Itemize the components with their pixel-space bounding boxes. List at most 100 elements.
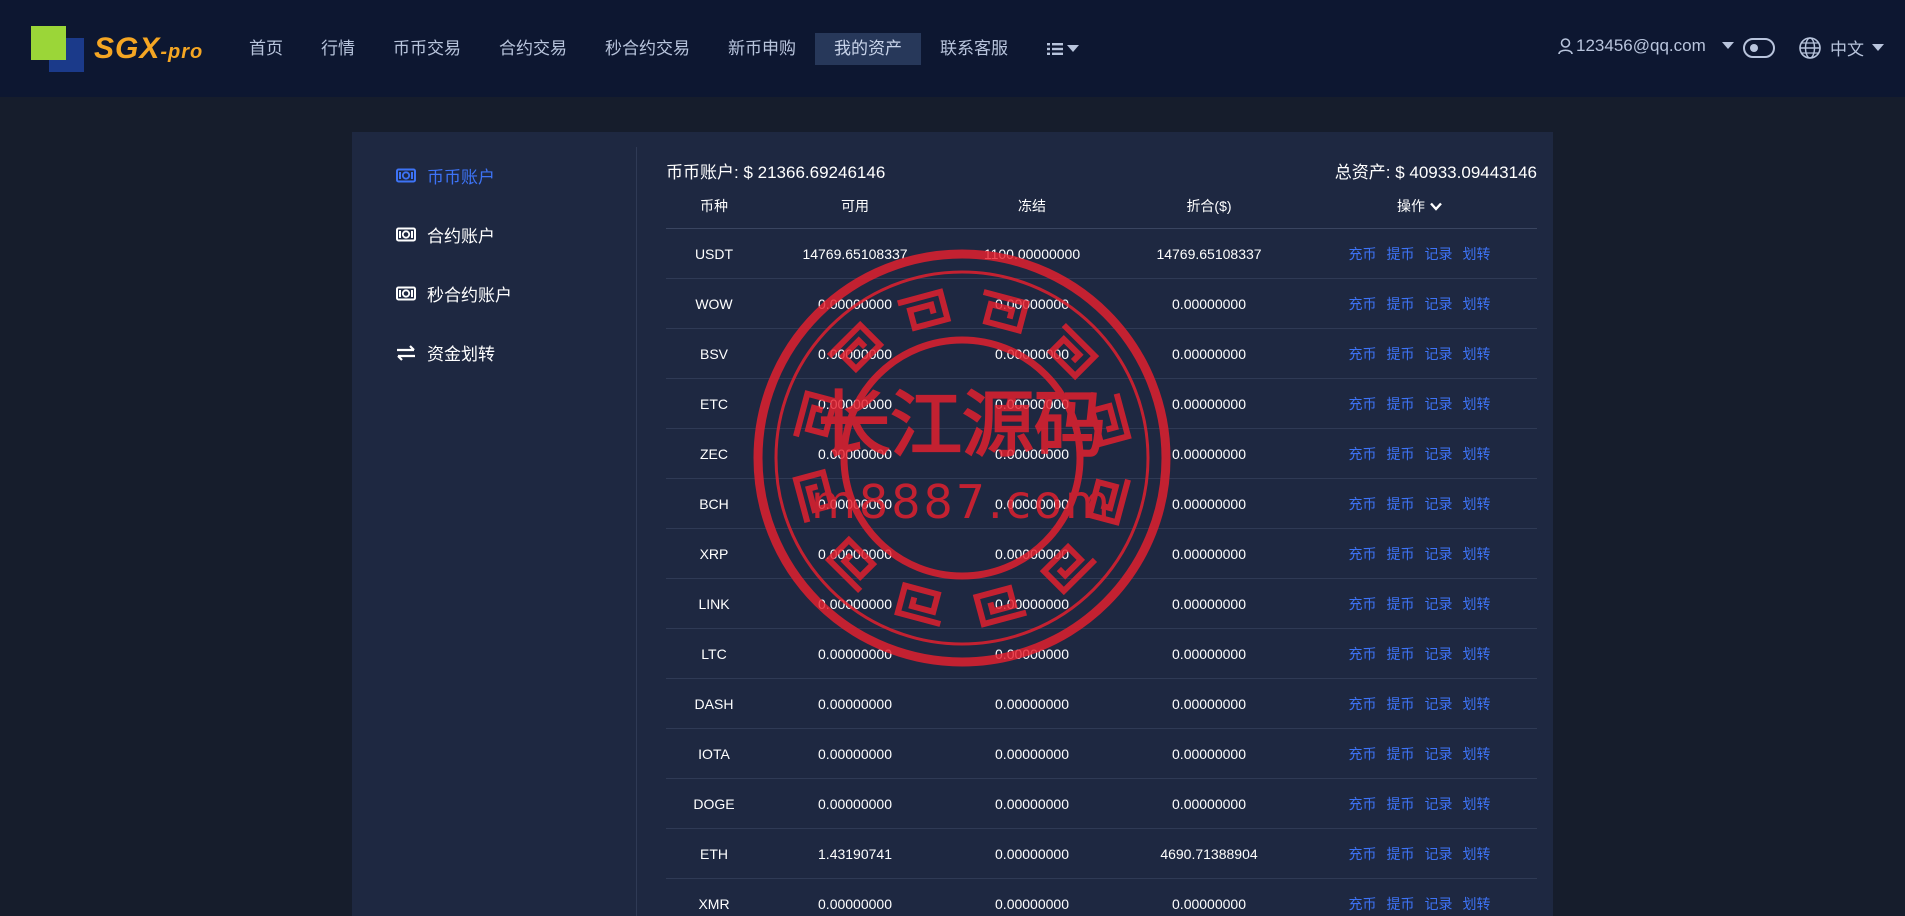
deposit-link[interactable]: 充币 <box>1349 544 1377 564</box>
withdraw-link[interactable]: 提币 <box>1387 344 1415 364</box>
transfer-link[interactable]: 划转 <box>1463 244 1491 264</box>
deposit-link[interactable]: 充币 <box>1349 894 1377 914</box>
records-link[interactable]: 记录 <box>1425 794 1453 814</box>
transfer-icon <box>396 344 416 361</box>
table-row: ETH 1.43190741 0.00000000 4690.71388904 充币 提币… <box>666 829 1537 879</box>
withdraw-link[interactable]: 提币 <box>1387 894 1415 914</box>
records-link[interactable]: 记录 <box>1425 394 1453 414</box>
records-link[interactable]: 记录 <box>1425 244 1453 264</box>
withdraw-link[interactable]: 提币 <box>1387 244 1415 264</box>
sidebar-item-label: 币币账户 <box>427 168 495 187</box>
deposit-link[interactable]: 充币 <box>1349 344 1377 364</box>
frozen-cell: 0.00000000 <box>995 395 1069 412</box>
value-cell: 0.00000000 <box>1172 595 1246 612</box>
value-cell: 0.00000000 <box>1172 745 1246 762</box>
logo-square-green <box>31 26 66 60</box>
withdraw-link[interactable]: 提币 <box>1387 644 1415 664</box>
value-cell: 0.00000000 <box>1172 645 1246 662</box>
withdraw-link[interactable]: 提币 <box>1387 544 1415 564</box>
deposit-link[interactable]: 充币 <box>1349 444 1377 464</box>
sidebar-divider <box>636 147 637 916</box>
nav-item-3[interactable]: 合约交易 <box>480 33 586 65</box>
transfer-link[interactable]: 划转 <box>1463 594 1491 614</box>
table-body: USDT 14769.65108337 1100.00000000 14769.651… <box>666 229 1537 916</box>
deposit-link[interactable]: 充币 <box>1349 744 1377 764</box>
nav-item-1[interactable]: 行情 <box>302 33 374 65</box>
withdraw-link[interactable]: 提币 <box>1387 394 1415 414</box>
header-operations[interactable]: 操作 <box>1302 196 1537 216</box>
records-link[interactable]: 记录 <box>1425 444 1453 464</box>
sidebar-item-1[interactable]: 合约账户 <box>396 222 495 247</box>
deposit-link[interactable]: 充币 <box>1349 794 1377 814</box>
transfer-link[interactable]: 划转 <box>1463 444 1491 464</box>
records-link[interactable]: 记录 <box>1425 744 1453 764</box>
records-link[interactable]: 记录 <box>1425 844 1453 864</box>
withdraw-link[interactable]: 提币 <box>1387 794 1415 814</box>
nav-item-5[interactable]: 新币申购 <box>709 33 815 65</box>
nav-item-0[interactable]: 首页 <box>230 33 302 65</box>
sidebar-item-0[interactable]: 币币账户 <box>396 163 495 188</box>
records-link[interactable]: 记录 <box>1425 544 1453 564</box>
user-dropdown-caret-icon[interactable] <box>1722 42 1734 49</box>
nav-item-2[interactable]: 币币交易 <box>374 33 480 65</box>
sidebar-item-3[interactable]: 资金划转 <box>396 340 495 365</box>
transfer-link[interactable]: 划转 <box>1463 344 1491 364</box>
records-link[interactable]: 记录 <box>1425 644 1453 664</box>
records-link[interactable]: 记录 <box>1425 594 1453 614</box>
logo-name: SGX <box>94 32 161 65</box>
deposit-link[interactable]: 充币 <box>1349 844 1377 864</box>
transfer-link[interactable]: 划转 <box>1463 844 1491 864</box>
transfer-link[interactable]: 划转 <box>1463 494 1491 514</box>
deposit-link[interactable]: 充币 <box>1349 694 1377 714</box>
nav-item-4[interactable]: 秒合约交易 <box>586 33 709 65</box>
records-link[interactable]: 记录 <box>1425 294 1453 314</box>
withdraw-link[interactable]: 提币 <box>1387 494 1415 514</box>
withdraw-link[interactable]: 提币 <box>1387 694 1415 714</box>
frozen-cell: 0.00000000 <box>995 745 1069 762</box>
records-link[interactable]: 记录 <box>1425 694 1453 714</box>
records-link[interactable]: 记录 <box>1425 494 1453 514</box>
list-icon <box>1047 43 1063 55</box>
value-cell: 0.00000000 <box>1172 495 1246 512</box>
deposit-link[interactable]: 充币 <box>1349 594 1377 614</box>
available-cell: 0.00000000 <box>818 645 892 662</box>
withdraw-link[interactable]: 提币 <box>1387 444 1415 464</box>
deposit-link[interactable]: 充币 <box>1349 394 1377 414</box>
withdraw-link[interactable]: 提币 <box>1387 594 1415 614</box>
transfer-link[interactable]: 划转 <box>1463 894 1491 914</box>
user-account[interactable]: 123456@qq.com <box>1558 36 1706 56</box>
theme-toggle[interactable] <box>1743 38 1775 58</box>
actions-cell: 充币 提币 记录 划转 <box>1302 794 1537 814</box>
transfer-link[interactable]: 划转 <box>1463 394 1491 414</box>
nav-item-7[interactable]: 联系客服 <box>921 33 1027 65</box>
records-link[interactable]: 记录 <box>1425 344 1453 364</box>
table-row: IOTA 0.00000000 0.00000000 0.00000000 充币 提币 记录… <box>666 729 1537 779</box>
actions-cell: 充币 提币 记录 划转 <box>1302 444 1537 464</box>
withdraw-link[interactable]: 提币 <box>1387 844 1415 864</box>
logo[interactable]: SGX-pro <box>31 26 216 72</box>
transfer-link[interactable]: 划转 <box>1463 744 1491 764</box>
language-selector[interactable]: 中文 <box>1798 35 1884 60</box>
logo-suffix: -pro <box>160 41 204 63</box>
transfer-link[interactable]: 划转 <box>1463 544 1491 564</box>
withdraw-link[interactable]: 提币 <box>1387 744 1415 764</box>
deposit-link[interactable]: 充币 <box>1349 294 1377 314</box>
deposit-link[interactable]: 充币 <box>1349 244 1377 264</box>
nav-item-6[interactable]: 我的资产 <box>815 33 921 65</box>
records-link[interactable]: 记录 <box>1425 894 1453 914</box>
transfer-link[interactable]: 划转 <box>1463 794 1491 814</box>
sidebar-item-2[interactable]: 秒合约账户 <box>396 281 512 306</box>
coin-cell: WOW <box>695 295 733 312</box>
transfer-link[interactable]: 划转 <box>1463 694 1491 714</box>
table-row: BCH 0.00000000 0.00000000 0.00000000 充币 提币 记录划… <box>666 479 1537 529</box>
available-cell: 14769.65108337 <box>802 245 908 262</box>
main-nav: 首页 行情 币币交易 合约交易 秒合约交易 新币申购 我的资产 联系客服 <box>230 33 1079 65</box>
assets-table: 币种 可用 冻结 折合($) 操作 USDT 14769.65108337 1100… <box>666 184 1537 916</box>
transfer-link[interactable]: 划转 <box>1463 294 1491 314</box>
more-menu[interactable] <box>1027 33 1079 65</box>
deposit-link[interactable]: 充币 <box>1349 644 1377 664</box>
transfer-link[interactable]: 划转 <box>1463 644 1491 664</box>
deposit-link[interactable]: 充币 <box>1349 494 1377 514</box>
sidebar-item-label: 秒合约账户 <box>427 286 512 305</box>
withdraw-link[interactable]: 提币 <box>1387 294 1415 314</box>
